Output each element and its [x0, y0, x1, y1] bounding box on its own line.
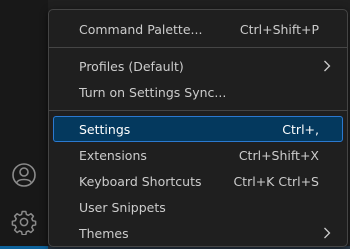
- menu-item-user-snippets[interactable]: User Snippets: [53, 194, 343, 220]
- menu-item-command-palette[interactable]: Command Palette... Ctrl+Shift+P: [53, 16, 343, 42]
- menu-separator: [49, 47, 347, 48]
- accounts-button[interactable]: [0, 151, 48, 199]
- menu-item-settings[interactable]: Settings Ctrl+,: [53, 116, 343, 142]
- menu-item-label: Keyboard Shortcuts: [79, 173, 202, 189]
- accounts-icon: [12, 163, 36, 187]
- menu-item-label: Extensions: [79, 147, 147, 163]
- manage-context-menu: Command Palette... Ctrl+Shift+P Profiles…: [48, 9, 348, 247]
- menu-item-profiles[interactable]: Profiles (Default): [53, 53, 343, 79]
- menu-item-shortcut: Ctrl+,: [282, 121, 319, 137]
- menu-item-label: Settings: [79, 121, 131, 137]
- menu-item-shortcut: Ctrl+Shift+P: [239, 21, 319, 37]
- menu-item-keyboard-shortcuts[interactable]: Keyboard Shortcuts Ctrl+K Ctrl+S: [53, 168, 343, 194]
- menu-item-shortcut: Ctrl+K Ctrl+S: [233, 173, 319, 189]
- menu-separator: [49, 110, 347, 111]
- manage-gear-icon: [11, 210, 37, 235]
- menu-item-settings-sync[interactable]: Turn on Settings Sync...: [53, 79, 343, 105]
- activity-bar: [0, 0, 48, 249]
- menu-item-label: User Snippets: [79, 199, 166, 215]
- chevron-right-icon: [324, 60, 331, 72]
- menu-item-label: Profiles (Default): [79, 58, 184, 74]
- menu-item-label: Turn on Settings Sync...: [79, 84, 227, 100]
- chevron-right-icon: [324, 227, 331, 239]
- menu-item-extensions[interactable]: Extensions Ctrl+Shift+X: [53, 142, 343, 168]
- menu-item-label: Themes: [79, 225, 129, 241]
- menu-item-shortcut: Ctrl+Shift+X: [238, 147, 319, 163]
- menu-item-label: Command Palette...: [79, 21, 203, 37]
- menu-item-themes[interactable]: Themes: [53, 220, 343, 246]
- manage-button[interactable]: [0, 198, 48, 246]
